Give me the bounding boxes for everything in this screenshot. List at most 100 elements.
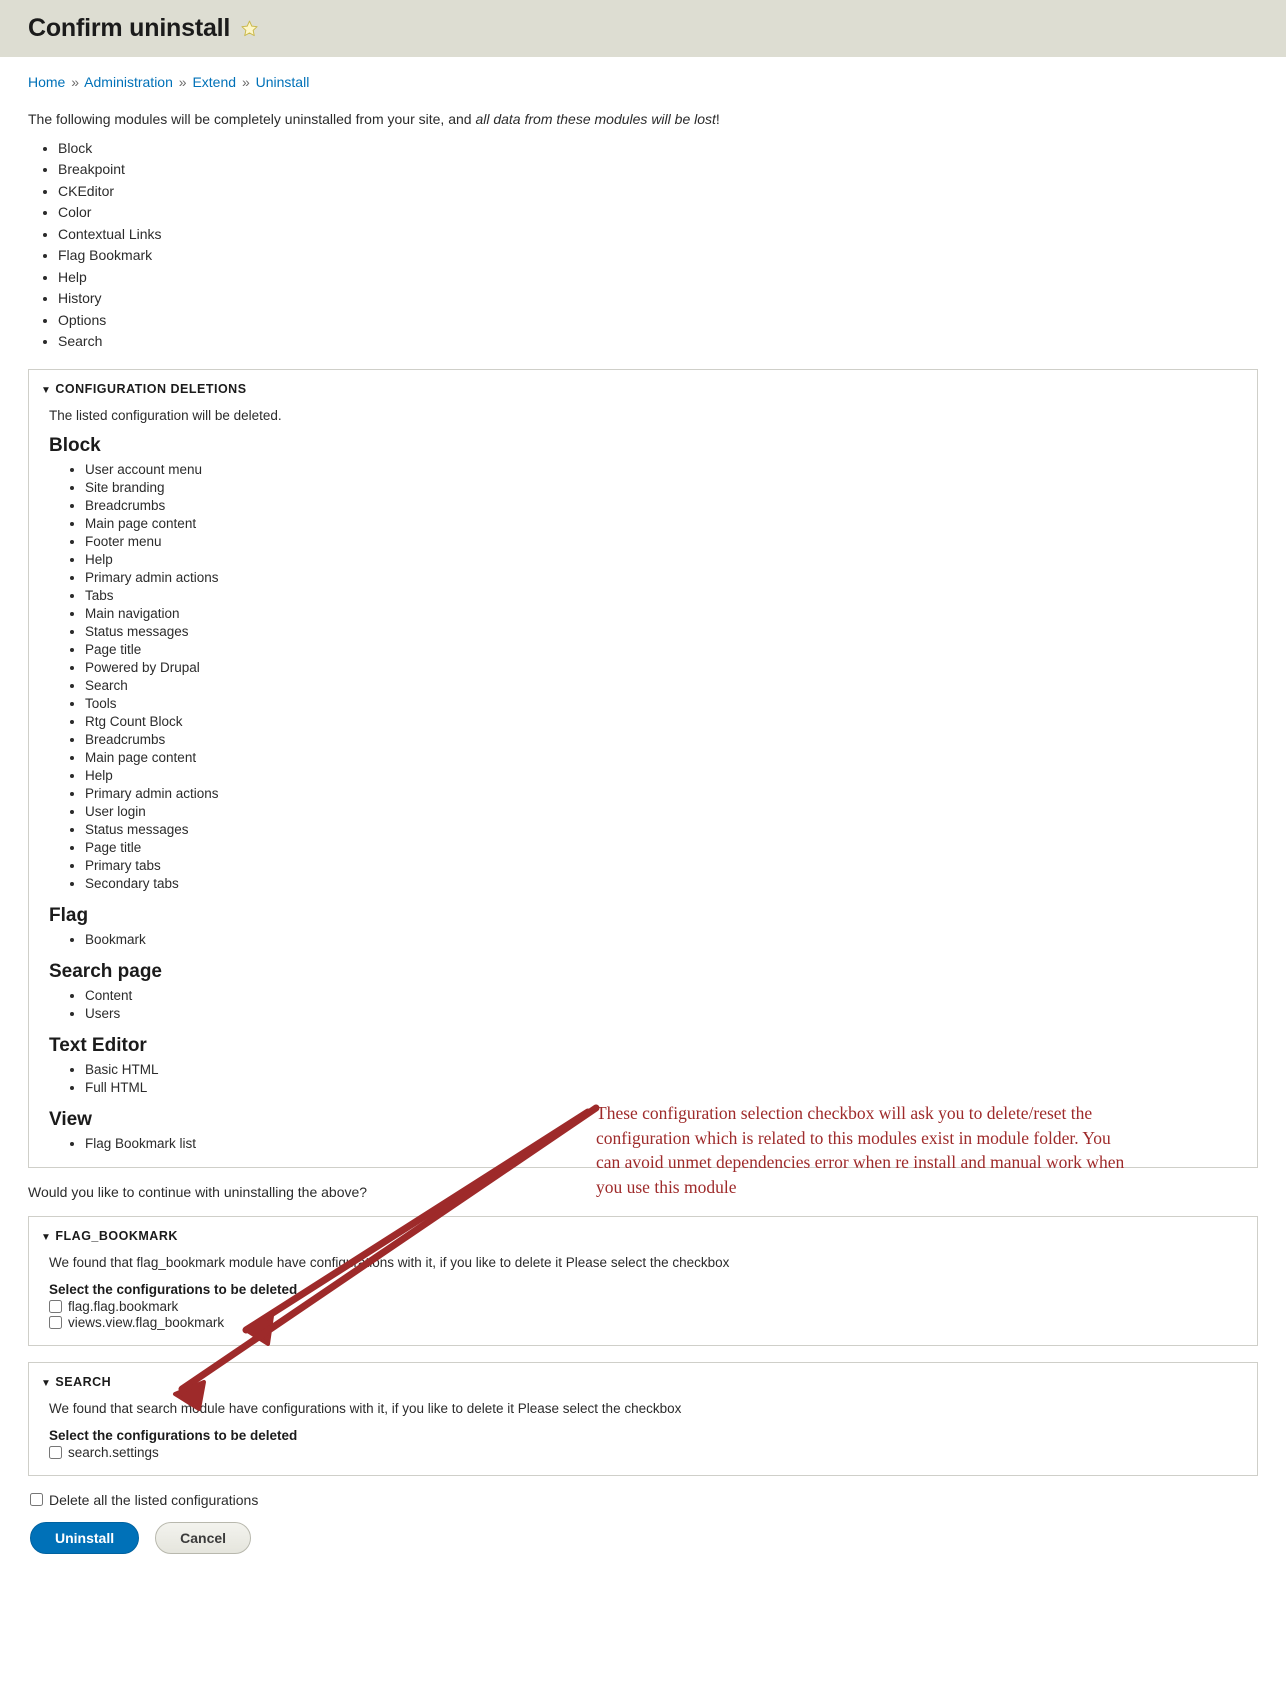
configuration-list-item: Primary tabs <box>85 857 1237 875</box>
configuration-list-item: Main page content <box>85 515 1237 533</box>
configuration-list-item: Primary admin actions <box>85 569 1237 587</box>
config-checkbox-row[interactable]: search.settings <box>49 1445 1237 1460</box>
configuration-list-item: Help <box>85 767 1237 785</box>
configuration-group-list: Flag Bookmark list <box>49 1135 1237 1153</box>
configuration-list-item: Full HTML <box>85 1079 1237 1097</box>
config-checkbox[interactable] <box>49 1315 62 1329</box>
module-config-sections: ▼ FLAG_BOOKMARK We found that flag_bookmar… <box>0 1215 1286 1476</box>
configuration-group-list: ContentUsers <box>49 987 1237 1023</box>
checkbox-group-label: Select the configurations to be deleted <box>49 1281 298 1297</box>
config-checkbox-row[interactable]: flag.flag.bookmark <box>49 1299 1237 1314</box>
module-list-item: Breakpoint <box>58 159 1286 181</box>
breadcrumb: Home » Administration » Extend » Uninsta… <box>0 57 1286 90</box>
module-list-item: Flag Bookmark <box>58 245 1286 267</box>
module-list-item: Block <box>58 138 1286 160</box>
configuration-list-item: Search <box>85 677 1237 695</box>
configuration-list-item: Breadcrumbs <box>85 731 1237 749</box>
config-checkbox[interactable] <box>49 1445 62 1459</box>
configuration-group-list: Bookmark <box>49 931 1237 949</box>
module-list-item: Help <box>58 267 1286 289</box>
intro-text-before: The following modules will be completely… <box>28 111 476 127</box>
config-checkbox-label: search.settings <box>68 1444 159 1460</box>
intro-paragraph: The following modules will be completely… <box>0 90 1286 130</box>
configuration-deletions-body: The listed configuration will be deleted… <box>29 400 1257 1167</box>
module-config-body: We found that search module have configu… <box>29 1393 1257 1475</box>
config-checkbox-row[interactable]: views.view.flag_bookmark <box>49 1315 1237 1330</box>
cancel-button[interactable]: Cancel <box>155 1521 252 1554</box>
configuration-deletions-description: The listed configuration will be deleted… <box>49 407 282 423</box>
configuration-deletions-summary[interactable]: ▼ CONFIGURATION DELETIONS <box>29 370 1257 400</box>
configuration-group-title: View <box>49 1108 92 1130</box>
breadcrumb-separator: » <box>178 74 187 90</box>
configuration-deletions-panel: ▼ CONFIGURATION DELETIONS The listed conf… <box>28 368 1258 1168</box>
config-checkbox[interactable] <box>49 1299 62 1313</box>
breadcrumb-item-home[interactable]: Home <box>28 74 65 90</box>
configuration-list-item: Content <box>85 987 1237 1005</box>
configuration-list-item: Powered by Drupal <box>85 659 1237 677</box>
chevron-down-icon: ▼ <box>41 384 52 396</box>
intro-text-after: ! <box>715 111 720 127</box>
configuration-list-item: Main page content <box>85 749 1237 767</box>
breadcrumb-item-extend[interactable]: Extend <box>192 74 236 90</box>
page-title: Confirm uninstall <box>28 14 231 42</box>
module-config-panel: ▼ SEARCH We found that search module have … <box>28 1361 1258 1476</box>
chevron-down-icon: ▼ <box>41 1377 52 1389</box>
checkbox-group-label: Select the configurations to be deleted <box>49 1427 298 1443</box>
delete-all-row[interactable]: Delete all the listed configurations <box>0 1476 1286 1508</box>
continue-question: Would you like to continue with uninstal… <box>28 1183 368 1200</box>
configuration-list-item: User login <box>85 803 1237 821</box>
breadcrumb-item-administration[interactable]: Administration <box>84 74 173 90</box>
delete-all-label: Delete all the listed configurations <box>49 1491 259 1508</box>
module-config-summary[interactable]: ▼ SEARCH <box>29 1363 1257 1393</box>
uninstall-button[interactable]: Uninstall <box>30 1521 140 1554</box>
star-icon[interactable] <box>240 19 259 38</box>
module-config-body: We found that flag_bookmark module have … <box>29 1247 1257 1345</box>
configuration-list-item: Page title <box>85 839 1237 857</box>
configuration-list-item: Main navigation <box>85 605 1237 623</box>
configuration-list-item: Rtg Count Block <box>85 713 1237 731</box>
module-list-item: History <box>58 288 1286 310</box>
chevron-down-icon: ▼ <box>41 1231 52 1243</box>
configuration-list-item: Tabs <box>85 587 1237 605</box>
modules-to-uninstall-list: BlockBreakpointCKEditorColorContextual L… <box>0 138 1286 353</box>
configuration-group-list: Basic HTMLFull HTML <box>49 1061 1237 1097</box>
configuration-list-item: Tools <box>85 695 1237 713</box>
module-list-item: Search <box>58 331 1286 353</box>
configuration-deletions-label: CONFIGURATION DELETIONS <box>55 381 247 396</box>
config-checkbox-label: views.view.flag_bookmark <box>68 1314 225 1330</box>
configuration-list-item: Footer menu <box>85 533 1237 551</box>
configuration-list-item: Status messages <box>85 821 1237 839</box>
module-config-panel: ▼ FLAG_BOOKMARK We found that flag_bookmar… <box>28 1215 1258 1346</box>
configuration-group-container: BlockUser account menuSite brandingBread… <box>49 435 1237 1153</box>
configuration-list-item: Help <box>85 551 1237 569</box>
configuration-list-item: Basic HTML <box>85 1061 1237 1079</box>
configuration-list-item: Bookmark <box>85 931 1237 949</box>
configuration-group-title: Search page <box>49 960 162 982</box>
configuration-list-item: Status messages <box>85 623 1237 641</box>
module-list-item: Contextual Links <box>58 224 1286 246</box>
module-list-item: Color <box>58 202 1286 224</box>
module-list-item: Options <box>58 310 1286 332</box>
module-config-summary-label: SEARCH <box>55 1374 112 1389</box>
breadcrumb-separator: » <box>241 74 250 90</box>
module-config-summary-label: FLAG_BOOKMARK <box>55 1228 178 1243</box>
page-header: Confirm uninstall <box>0 0 1286 57</box>
configuration-list-item: User account menu <box>85 461 1237 479</box>
module-config-summary[interactable]: ▼ FLAG_BOOKMARK <box>29 1217 1257 1247</box>
module-list-item: CKEditor <box>58 181 1286 203</box>
configuration-list-item: Site branding <box>85 479 1237 497</box>
configuration-list-item: Users <box>85 1005 1237 1023</box>
delete-all-checkbox[interactable] <box>30 1493 43 1507</box>
configuration-list-item: Secondary tabs <box>85 875 1237 893</box>
configuration-group-title: Text Editor <box>49 1034 147 1056</box>
configuration-group-title: Flag <box>49 904 89 926</box>
configuration-group-title: Block <box>49 434 101 456</box>
configuration-list-item: Breadcrumbs <box>85 497 1237 515</box>
module-config-description: We found that search module have configu… <box>49 1400 682 1416</box>
config-checkbox-label: flag.flag.bookmark <box>68 1298 179 1314</box>
form-actions: Uninstall Cancel <box>0 1508 1286 1554</box>
configuration-list-item: Flag Bookmark list <box>85 1135 1237 1153</box>
configuration-list-item: Primary admin actions <box>85 785 1237 803</box>
breadcrumb-item-uninstall[interactable]: Uninstall <box>256 74 310 90</box>
intro-emphasis: all data from these modules will be lost <box>475 111 716 127</box>
